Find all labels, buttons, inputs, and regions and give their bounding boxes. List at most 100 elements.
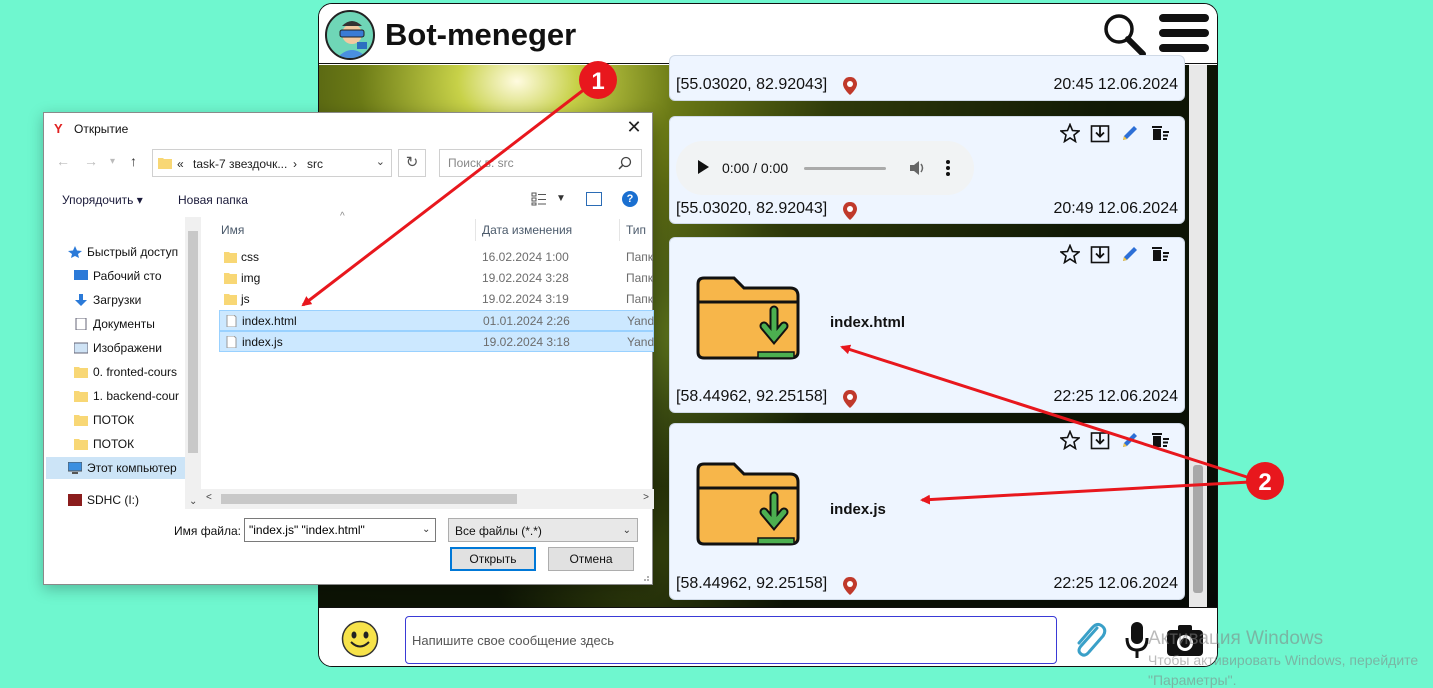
nav-scrollbar[interactable]: ⌄ bbox=[185, 217, 201, 509]
chevron-down-icon[interactable]: ⌄ bbox=[189, 496, 197, 507]
more-options-icon[interactable] bbox=[946, 159, 950, 177]
download-icon[interactable] bbox=[1090, 430, 1110, 450]
organize-button[interactable]: Упорядочить ▾ bbox=[62, 193, 143, 207]
nav-item-folder-potok-1[interactable]: ПОТОК bbox=[74, 409, 201, 431]
breadcrumb-overflow[interactable]: « bbox=[177, 157, 184, 171]
delete-icon[interactable] bbox=[1150, 430, 1170, 450]
nav-item-sdhc[interactable]: SDHC (I:) bbox=[68, 489, 198, 509]
location-pin-icon[interactable] bbox=[842, 576, 858, 596]
nav-item-quick-access[interactable]: Быстрый доступ bbox=[68, 241, 198, 263]
files-horizontal-scrollbar[interactable]: < > bbox=[201, 489, 654, 509]
open-button[interactable]: Открыть bbox=[450, 547, 536, 571]
edit-pencil-icon[interactable] bbox=[1120, 430, 1140, 450]
chat-scrollbar[interactable] bbox=[1189, 65, 1207, 607]
chevron-left-icon[interactable]: < bbox=[206, 492, 212, 503]
nav-item-folder-backend[interactable]: 1. backend-cour bbox=[74, 385, 201, 407]
message-audio: 0:00 / 0:00 [55.03020, 82.92043] 20:49 1… bbox=[669, 116, 1185, 224]
message-actions bbox=[1060, 244, 1170, 264]
nav-item-label: Этот компьютер bbox=[87, 461, 177, 475]
file-icon bbox=[226, 336, 237, 348]
view-mode-icon[interactable] bbox=[531, 192, 547, 206]
file-name[interactable]: index.html bbox=[830, 314, 905, 331]
folder-download-icon[interactable] bbox=[694, 274, 806, 370]
star-icon[interactable] bbox=[1060, 430, 1080, 450]
nav-item-documents[interactable]: Документы bbox=[74, 313, 201, 335]
search-input[interactable] bbox=[439, 149, 642, 177]
file-row-date: 19.02.2024 3:18 bbox=[483, 335, 570, 349]
column-header-name[interactable]: Имя bbox=[221, 219, 244, 241]
close-icon[interactable]: ✕ bbox=[624, 117, 644, 137]
file-row-index-html[interactable]: index.html 01.01.2024 2:26 Yand bbox=[219, 310, 654, 331]
microphone-icon[interactable] bbox=[1125, 620, 1149, 660]
nav-item-folder-potok-2[interactable]: ПОТОК bbox=[74, 433, 201, 455]
audio-progress-slider[interactable] bbox=[804, 167, 886, 170]
forward-arrow-icon[interactable]: → bbox=[84, 153, 98, 169]
column-header-type[interactable]: Тип bbox=[626, 219, 646, 241]
file-row-date: 01.01.2024 2:26 bbox=[483, 314, 570, 328]
download-icon[interactable] bbox=[1090, 123, 1110, 143]
open-file-dialog: Y Открытие ✕ ← → ▾ ↑ « task-7 звездочк..… bbox=[43, 112, 654, 585]
file-row-js[interactable]: js 19.02.2024 3:19 Папк bbox=[219, 289, 654, 310]
emoji-smile-icon[interactable] bbox=[341, 620, 379, 658]
file-row-img[interactable]: img 19.02.2024 3:28 Папк bbox=[219, 268, 654, 289]
column-header-date[interactable]: Дата изменения bbox=[482, 219, 572, 241]
menu-icon[interactable] bbox=[1159, 14, 1209, 56]
resize-grip-icon[interactable] bbox=[640, 572, 650, 582]
breadcrumb-current[interactable]: src bbox=[307, 157, 323, 171]
column-divider[interactable] bbox=[619, 219, 620, 241]
file-name[interactable]: index.js bbox=[830, 501, 886, 518]
star-icon[interactable] bbox=[1060, 244, 1080, 264]
message-composer bbox=[319, 607, 1217, 666]
location-pin-icon[interactable] bbox=[842, 76, 858, 96]
play-icon[interactable] bbox=[698, 160, 709, 174]
folder-download-icon[interactable] bbox=[694, 460, 806, 556]
volume-icon[interactable] bbox=[908, 159, 926, 177]
search-icon[interactable] bbox=[618, 156, 632, 170]
download-icon[interactable] bbox=[1090, 244, 1110, 264]
up-arrow-icon[interactable]: ↑ bbox=[130, 153, 137, 169]
recent-chevron-down-icon[interactable]: ▾ bbox=[110, 156, 115, 167]
chat-scroll-thumb[interactable] bbox=[1193, 465, 1203, 593]
delete-icon[interactable] bbox=[1150, 123, 1170, 143]
help-icon[interactable]: ? bbox=[622, 191, 638, 207]
audio-player[interactable]: 0:00 / 0:00 bbox=[676, 141, 974, 195]
message-input[interactable] bbox=[405, 616, 1057, 664]
nav-item-folder-fronted[interactable]: 0. fronted-cours bbox=[74, 361, 201, 383]
filename-label: Имя файла: bbox=[174, 524, 241, 538]
sd-card-icon bbox=[68, 494, 82, 506]
nav-item-pictures[interactable]: Изображени bbox=[74, 337, 201, 359]
star-icon[interactable] bbox=[1060, 123, 1080, 143]
location-pin-icon[interactable] bbox=[842, 201, 858, 221]
preview-pane-icon[interactable] bbox=[586, 192, 602, 206]
nav-item-desktop[interactable]: Рабочий сто bbox=[74, 265, 201, 287]
nav-item-downloads[interactable]: Загрузки bbox=[74, 289, 201, 311]
filetype-select[interactable]: Все файлы (*.*) ⌄ bbox=[448, 518, 638, 542]
edit-pencil-icon[interactable] bbox=[1120, 123, 1140, 143]
search-icon[interactable] bbox=[1101, 12, 1147, 58]
back-arrow-icon[interactable]: ← bbox=[56, 153, 70, 169]
refresh-icon[interactable]: ↻ bbox=[398, 149, 426, 177]
cancel-button[interactable]: Отмена bbox=[548, 547, 634, 571]
location-pin-icon[interactable] bbox=[842, 389, 858, 409]
filename-input[interactable] bbox=[244, 518, 436, 542]
chevron-down-icon[interactable]: ▼ bbox=[556, 193, 566, 204]
new-folder-button[interactable]: Новая папка bbox=[178, 193, 248, 207]
file-row-date: 19.02.2024 3:28 bbox=[482, 271, 569, 285]
nav-item-this-pc[interactable]: Этот компьютер bbox=[46, 457, 186, 479]
pictures-icon bbox=[74, 342, 88, 354]
file-row-date: 19.02.2024 3:19 bbox=[482, 292, 569, 306]
file-row-index-js[interactable]: index.js 19.02.2024 3:18 Yand bbox=[219, 331, 654, 352]
bot-avatar bbox=[325, 10, 375, 60]
file-row-css[interactable]: css 16.02.2024 1:00 Папк bbox=[219, 247, 654, 268]
address-bar[interactable]: « task-7 звездочк... › src ⌄ bbox=[152, 149, 392, 177]
chevron-right-icon[interactable]: > bbox=[643, 492, 649, 503]
message-coords: [58.44962, 92.25158] bbox=[676, 388, 828, 405]
chevron-down-icon[interactable]: ⌄ bbox=[422, 524, 430, 535]
column-divider[interactable] bbox=[475, 219, 476, 241]
chevron-down-icon[interactable]: ⌄ bbox=[376, 155, 385, 168]
file-row-name: css bbox=[241, 250, 259, 264]
delete-icon[interactable] bbox=[1150, 244, 1170, 264]
paperclip-icon[interactable] bbox=[1071, 618, 1107, 658]
edit-pencil-icon[interactable] bbox=[1120, 244, 1140, 264]
breadcrumb-parent[interactable]: task-7 звездочк... bbox=[193, 157, 287, 171]
